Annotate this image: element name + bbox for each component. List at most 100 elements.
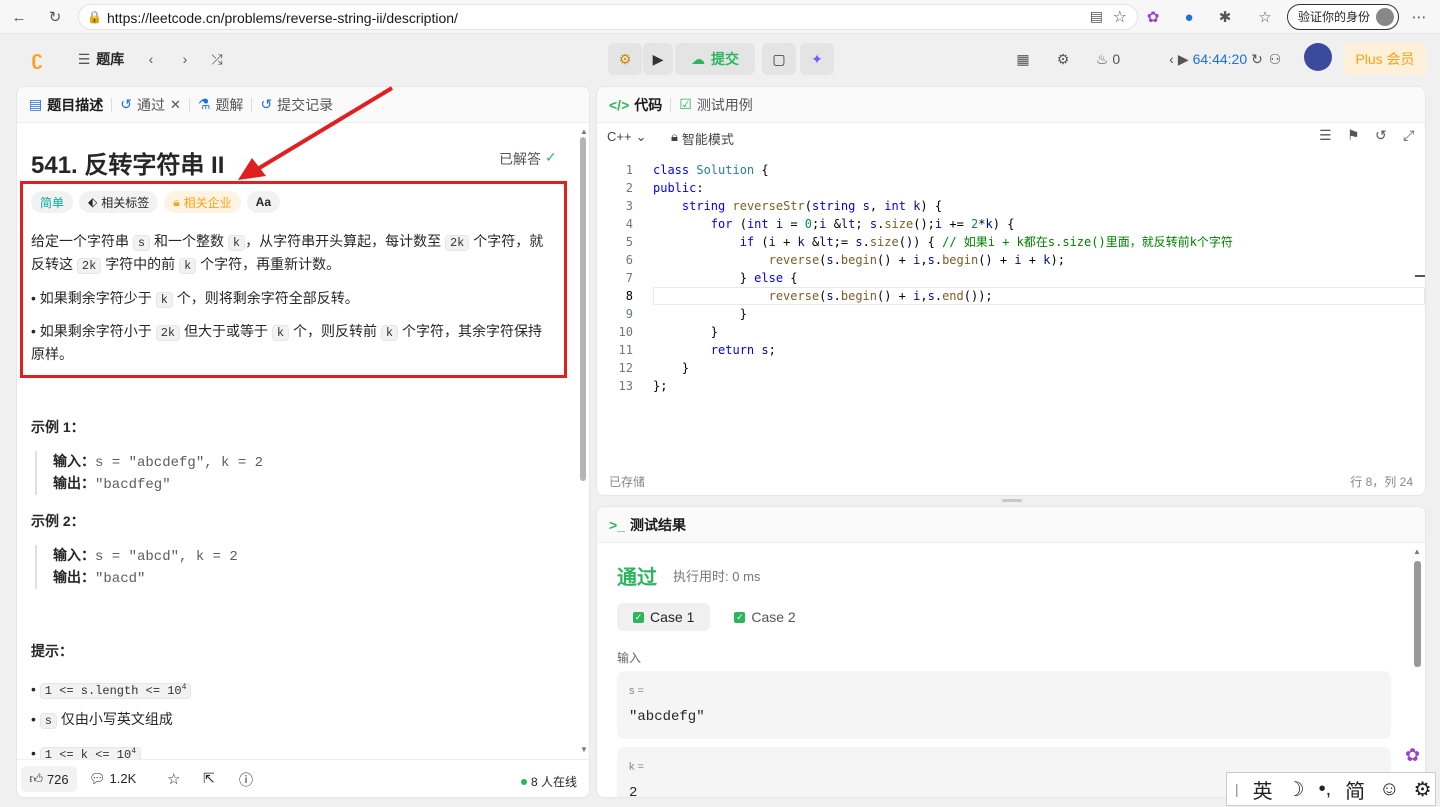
debug-icon[interactable]: ⚙ bbox=[608, 43, 642, 75]
user-avatar[interactable] bbox=[1304, 43, 1332, 71]
scrollbar-thumb[interactable] bbox=[580, 137, 586, 481]
format-icon[interactable]: ☰ bbox=[1319, 127, 1332, 144]
tab-testcases[interactable]: ☑ 测试用例 bbox=[671, 95, 761, 115]
punctuation-icon[interactable]: •, bbox=[1319, 778, 1332, 801]
lock-icon: 🔒︎ bbox=[173, 194, 180, 209]
star-icon[interactable]: ☆ bbox=[167, 770, 180, 788]
like-button[interactable]: 👍︎ 726 bbox=[21, 766, 77, 792]
hints-title: 提示： bbox=[31, 643, 73, 659]
companies-tag[interactable]: 🔒︎ 相关企业 bbox=[164, 191, 241, 213]
reset-icon[interactable]: ↺ bbox=[1375, 127, 1387, 144]
line-content: public: bbox=[653, 181, 704, 195]
document-icon: ▤ bbox=[29, 96, 43, 112]
extension-icon[interactable]: ● bbox=[1178, 6, 1200, 28]
case-tab[interactable]: ✓ Case 2 bbox=[718, 603, 811, 631]
inline-code: 2k bbox=[444, 235, 470, 251]
ime-settings-icon[interactable]: ⚙ bbox=[1414, 777, 1432, 802]
layout-icon[interactable]: ▦ bbox=[1012, 43, 1034, 75]
submit-button[interactable]: ☁ 提交 bbox=[675, 43, 755, 75]
panel-splitter[interactable] bbox=[1002, 499, 1022, 502]
streak-counter[interactable]: ♨ 0 bbox=[1090, 43, 1126, 75]
favorite-star-icon[interactable]: ☆ bbox=[1113, 7, 1127, 27]
scrollbar-thumb[interactable] bbox=[1414, 561, 1421, 667]
random-problem-icon[interactable]: ⤮ bbox=[206, 43, 228, 75]
refresh-icon[interactable]: ↻ bbox=[44, 6, 66, 28]
ime-simplified[interactable]: 简 bbox=[1345, 775, 1365, 804]
line-number: 8 bbox=[625, 289, 633, 303]
hint-code: 1 <= s.length <= 10 bbox=[44, 684, 182, 698]
timer-prev-icon[interactable]: ‹ bbox=[1169, 51, 1174, 67]
site-info-icon[interactable]: 🔒 bbox=[87, 10, 102, 24]
leetcode-logo-icon[interactable]: ʗ bbox=[24, 43, 50, 75]
code-editor[interactable]: 1 class Solution {2 public: 3 string revers… bbox=[597, 161, 1425, 461]
profile-verify-button[interactable]: 验证你的身份 bbox=[1287, 4, 1399, 30]
settings-icon[interactable]: ⚙ bbox=[1052, 43, 1074, 75]
case-tab[interactable]: ✓ Case 1 bbox=[617, 603, 711, 631]
ime-language[interactable]: 英 bbox=[1253, 775, 1273, 804]
help-icon[interactable]: ⓘ bbox=[239, 770, 253, 790]
annotation-arrow bbox=[238, 86, 394, 180]
desc-text: 个字符，再重新计数。 bbox=[200, 256, 341, 272]
ai-sparkle-icon[interactable]: ✦ bbox=[800, 43, 834, 75]
next-problem-icon[interactable]: › bbox=[174, 43, 196, 75]
plus-member-button[interactable]: Plus 会员 bbox=[1344, 43, 1426, 75]
bullet-text: 个，则将剩余字符全部反转。 bbox=[176, 290, 359, 306]
test-results-label: 测试结果 bbox=[629, 516, 686, 533]
ime-grip-icon[interactable]: | bbox=[1235, 781, 1239, 797]
online-dot bbox=[521, 778, 527, 785]
extensions-puzzle-icon[interactable]: ✱ bbox=[1214, 6, 1236, 28]
moon-icon[interactable]: ☽ bbox=[1287, 777, 1305, 802]
share-icon[interactable]: ⇱ bbox=[203, 770, 215, 787]
emoji-icon[interactable]: ☺ bbox=[1379, 778, 1399, 801]
ai-assistant-icon[interactable]: ✿ bbox=[1405, 745, 1420, 766]
close-tab-icon[interactable]: ✕ bbox=[170, 97, 181, 113]
solved-label: 已解答 bbox=[499, 151, 541, 167]
bullet-text: 如果剩余字符小于 bbox=[39, 323, 152, 339]
example-1-title: 示例 1： bbox=[31, 419, 85, 435]
case-tabs: ✓ Case 1 ✓ Case 2 bbox=[617, 603, 812, 631]
tab-test-results[interactable]: >_ 测试结果 bbox=[601, 515, 694, 535]
bullet-text: 个，则反转前 bbox=[292, 323, 377, 339]
prev-problem-icon[interactable]: ‹ bbox=[140, 43, 162, 75]
example-input: s = "abcd", k = 2 bbox=[95, 549, 238, 565]
topics-label: 相关标签 bbox=[101, 195, 150, 210]
tab-description-label: 题目描述 bbox=[47, 96, 104, 113]
smart-mode-toggle[interactable]: 🔒︎ 智能模式 bbox=[671, 129, 734, 148]
bookmark-icon[interactable]: ⚑ bbox=[1347, 127, 1360, 144]
more-icon[interactable]: ⋯ bbox=[1408, 6, 1430, 28]
tab-code[interactable]: </> 代码 bbox=[601, 95, 670, 115]
hint-item: • s 仅由小写英文组成 bbox=[31, 711, 173, 729]
scroll-down-icon[interactable]: ▼ bbox=[580, 745, 588, 754]
problem-bank-button[interactable]: ☰ 题库 bbox=[70, 43, 132, 75]
example-2-title: 示例 2： bbox=[31, 513, 85, 529]
topics-tag[interactable]: ⬖ 相关标签 bbox=[79, 191, 159, 213]
thumbs-up-icon: 👍︎ bbox=[29, 771, 43, 786]
comments-button[interactable]: 💬︎ 1.2K bbox=[89, 771, 136, 787]
play-icon[interactable]: ▶ bbox=[1178, 51, 1189, 68]
fullscreen-icon[interactable]: ⤢ bbox=[1403, 127, 1414, 144]
difficulty-tag[interactable]: 简单 bbox=[31, 191, 74, 213]
description-panel: ▤ 题目描述 ↺ 通过 ✕ ⚗ 题解 ↺ 提交记录 541. 反转字符串 II … bbox=[16, 86, 590, 798]
scroll-up-icon[interactable]: ▲ bbox=[1413, 547, 1421, 556]
back-icon[interactable]: ← bbox=[8, 6, 30, 28]
favorites-icon[interactable]: ☆ bbox=[1254, 6, 1276, 28]
tab-description[interactable]: ▤ 题目描述 bbox=[21, 95, 111, 115]
run-icon[interactable]: ▶ bbox=[643, 43, 673, 75]
tab-accepted[interactable]: ↺ 通过 ✕ bbox=[112, 95, 189, 115]
desc-text: 字符中的前 bbox=[105, 256, 176, 272]
bullet-item: • 如果剩余字符少于 k 个，则将剩余字符全部反转。 bbox=[31, 290, 359, 308]
line-content: if (i + k &lt;= s.size()) { // 如果i + k都在… bbox=[739, 235, 1233, 249]
line-number: 5 bbox=[625, 235, 633, 249]
add-friend-icon[interactable]: ⚇ bbox=[1262, 43, 1288, 75]
reader-icon[interactable]: ▤ bbox=[1090, 8, 1103, 25]
translate-icon[interactable]: Aa bbox=[246, 191, 281, 213]
scroll-up-icon[interactable]: ▲ bbox=[580, 127, 588, 136]
language-label: C++ bbox=[607, 129, 632, 144]
notes-icon[interactable]: ▢ bbox=[762, 43, 796, 75]
address-bar[interactable]: 🔒 https://leetcode.cn/problems/reverse-s… bbox=[78, 4, 1138, 30]
language-select[interactable]: C++ ⌄ bbox=[607, 129, 646, 145]
copilot-icon[interactable]: ✿ bbox=[1142, 6, 1164, 28]
input-s-box: s = "abcdefg" bbox=[617, 671, 1391, 739]
chevron-down-icon: ⌄ bbox=[635, 129, 647, 144]
scrollbar[interactable]: ▲ ▼ bbox=[579, 127, 588, 757]
